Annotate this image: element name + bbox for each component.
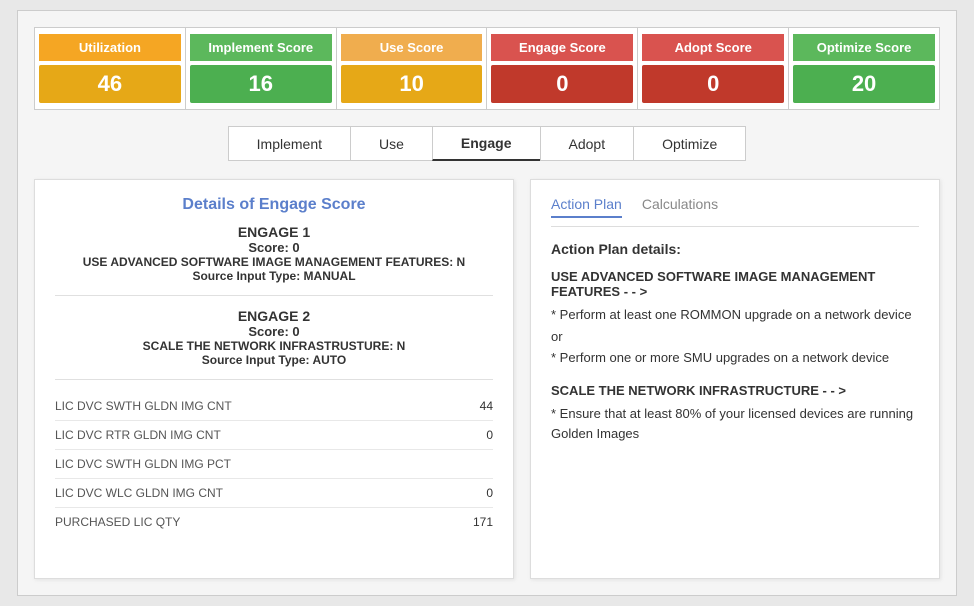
details-title: Details of Engage Score	[55, 196, 493, 214]
data-row-value-1: 0	[486, 428, 493, 442]
right-panel: Action Plan Calculations Action Plan deta…	[530, 179, 940, 579]
action-plan-title-0: USE ADVANCED SOFTWARE IMAGE MANAGEMENT F…	[551, 269, 919, 299]
score-value-1: 16	[190, 65, 332, 103]
engage2-feature: SCALE THE NETWORK INFRASTRUSTURE: N	[55, 339, 493, 353]
score-col-3: Engage Score 0	[487, 28, 638, 109]
score-label-3: Engage Score	[491, 34, 633, 61]
engage2-source: Source Input Type: AUTO	[55, 353, 493, 367]
tab-use[interactable]: Use	[350, 126, 432, 161]
right-tabs: Action Plan Calculations	[551, 196, 919, 227]
score-label-0: Utilization	[39, 34, 181, 61]
data-row-3: LIC DVC WLC GLDN IMG CNT 0	[55, 479, 493, 508]
data-row-4: PURCHASED LIC QTY 171	[55, 508, 493, 536]
tabs-row: ImplementUseEngageAdoptOptimize	[34, 126, 940, 161]
data-row-value-4: 171	[473, 515, 493, 529]
data-row-0: LIC DVC SWTH GLDN IMG CNT 44	[55, 392, 493, 421]
score-col-0: Utilization 46	[35, 28, 186, 109]
data-row-1: LIC DVC RTR GLDN IMG CNT 0	[55, 421, 493, 450]
data-row-label-0: LIC DVC SWTH GLDN IMG CNT	[55, 399, 232, 413]
content-row: Details of Engage Score ENGAGE 1 Score: …	[34, 179, 940, 579]
action-plan-details-label: Action Plan details:	[551, 241, 919, 257]
data-row-value-3: 0	[486, 486, 493, 500]
score-col-1: Implement Score 16	[186, 28, 337, 109]
action-plan-section-0: USE ADVANCED SOFTWARE IMAGE MANAGEMENT F…	[551, 269, 919, 367]
tab-engage[interactable]: Engage	[432, 126, 540, 161]
engage1-source: Source Input Type: MANUAL	[55, 269, 493, 283]
action-plan-section-1: SCALE THE NETWORK INFRASTRUCTURE - - > *…	[551, 383, 919, 443]
tab-optimize[interactable]: Optimize	[633, 126, 746, 161]
score-value-0: 46	[39, 65, 181, 103]
score-value-2: 10	[341, 65, 483, 103]
score-label-1: Implement Score	[190, 34, 332, 61]
right-tab-action-plan[interactable]: Action Plan	[551, 196, 622, 218]
score-value-3: 0	[491, 65, 633, 103]
action-plan-item-0-0: * Perform at least one ROMMON upgrade on…	[551, 305, 919, 325]
score-value-4: 0	[642, 65, 784, 103]
data-row-label-4: PURCHASED LIC QTY	[55, 515, 180, 529]
score-label-5: Optimize Score	[793, 34, 935, 61]
right-tab-calculations[interactable]: Calculations	[642, 196, 718, 218]
data-row-label-1: LIC DVC RTR GLDN IMG CNT	[55, 428, 221, 442]
score-label-4: Adopt Score	[642, 34, 784, 61]
engage1-block: ENGAGE 1 Score: 0 USE ADVANCED SOFTWARE …	[55, 224, 493, 296]
engage2-block: ENGAGE 2 Score: 0 SCALE THE NETWORK INFR…	[55, 308, 493, 380]
score-value-5: 20	[793, 65, 935, 103]
engage1-score: Score: 0	[55, 240, 493, 255]
data-row-value-0: 44	[480, 399, 493, 413]
tab-adopt[interactable]: Adopt	[540, 126, 634, 161]
engage1-title: ENGAGE 1	[55, 224, 493, 240]
data-row-label-3: LIC DVC WLC GLDN IMG CNT	[55, 486, 223, 500]
data-row-label-2: LIC DVC SWTH GLDN IMG PCT	[55, 457, 231, 471]
data-rows-container: LIC DVC SWTH GLDN IMG CNT 44 LIC DVC RTR…	[55, 392, 493, 536]
score-col-5: Optimize Score 20	[789, 28, 939, 109]
action-plan-title-1: SCALE THE NETWORK INFRASTRUCTURE - - >	[551, 383, 919, 398]
action-plan-item-1-0: * Ensure that at least 80% of your licen…	[551, 404, 919, 443]
data-row-2: LIC DVC SWTH GLDN IMG PCT	[55, 450, 493, 479]
action-plan-item-0-2: * Perform one or more SMU upgrades on a …	[551, 348, 919, 368]
action-plan-or-0-1: or	[551, 329, 919, 344]
engage2-title: ENGAGE 2	[55, 308, 493, 324]
score-label-2: Use Score	[341, 34, 483, 61]
main-container: Utilization 46 Implement Score 16 Use Sc…	[17, 10, 957, 596]
engage1-feature: USE ADVANCED SOFTWARE IMAGE MANAGEMENT F…	[55, 255, 493, 269]
left-panel: Details of Engage Score ENGAGE 1 Score: …	[34, 179, 514, 579]
score-col-2: Use Score 10	[337, 28, 488, 109]
score-header: Utilization 46 Implement Score 16 Use Sc…	[34, 27, 940, 110]
score-col-4: Adopt Score 0	[638, 28, 789, 109]
engage2-score: Score: 0	[55, 324, 493, 339]
tab-implement[interactable]: Implement	[228, 126, 350, 161]
action-plan-sections: USE ADVANCED SOFTWARE IMAGE MANAGEMENT F…	[551, 269, 919, 443]
